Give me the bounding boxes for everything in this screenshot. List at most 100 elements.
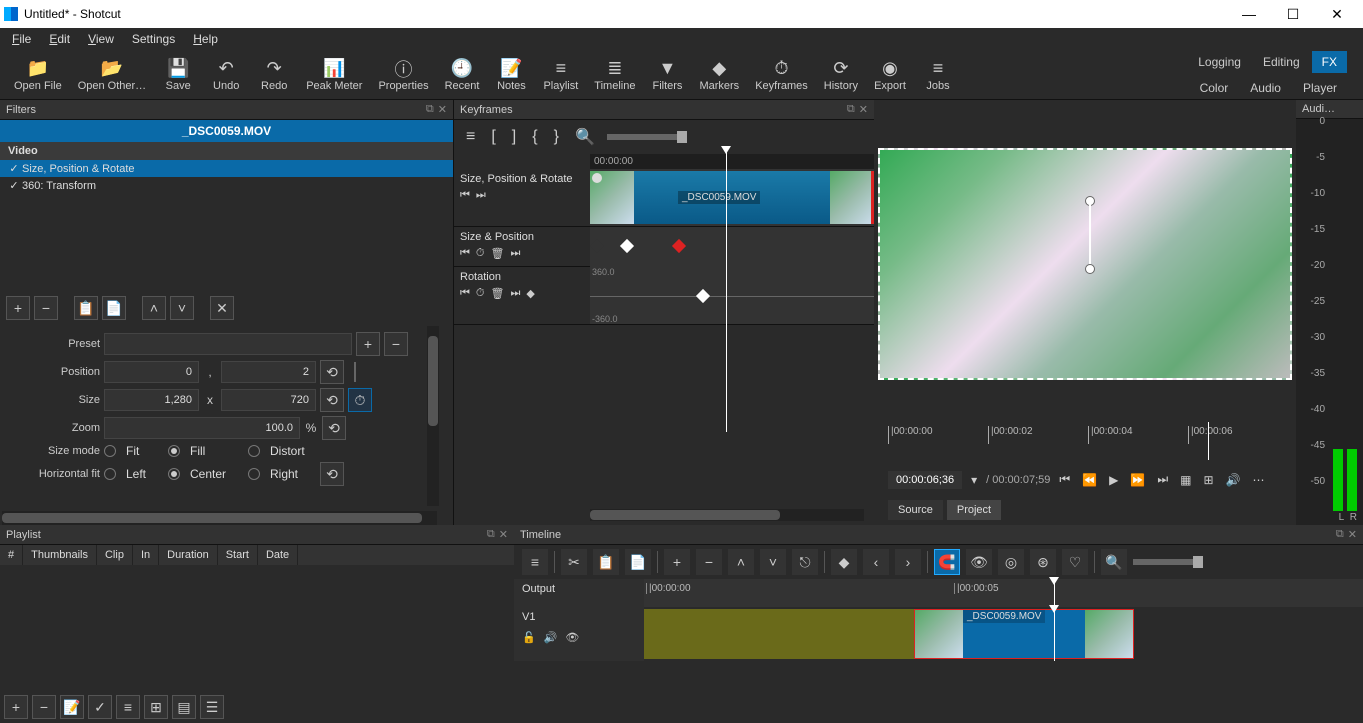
- preview-playhead[interactable]: [1208, 422, 1209, 460]
- move-down-button[interactable]: ˅: [170, 296, 194, 320]
- playlist-col-duration[interactable]: Duration: [159, 545, 218, 565]
- tl-ripplemarkers-button[interactable]: ♡: [1062, 549, 1088, 575]
- track-hide-icon[interactable]: 👁: [565, 631, 579, 644]
- preset-add-button[interactable]: +: [356, 332, 380, 356]
- zoom-out-icon[interactable]: 🔍: [571, 125, 599, 149]
- tl-playhead-track[interactable]: [1054, 607, 1055, 661]
- kf-close-icon[interactable]: ✕: [859, 103, 868, 116]
- tl-menu-button[interactable]: ≡: [522, 549, 548, 575]
- toolbar-playlist[interactable]: ≡Playlist: [535, 54, 586, 96]
- rewind-button[interactable]: ⏪: [1079, 471, 1100, 489]
- mode-audio[interactable]: Audio: [1240, 77, 1291, 99]
- tl-clip-transition[interactable]: [644, 609, 914, 659]
- volume-button[interactable]: 🔊: [1223, 471, 1244, 489]
- tl-prevmarker-button[interactable]: ‹: [863, 549, 889, 575]
- size-h-field[interactable]: 720: [221, 389, 316, 411]
- tl-ripple-button[interactable]: ◎: [998, 549, 1024, 575]
- remove-filter-button[interactable]: −: [34, 296, 58, 320]
- preview-handle-center[interactable]: [1085, 264, 1095, 274]
- kf-p1-prev[interactable]: ⏮: [460, 247, 470, 260]
- kf-handle-in-icon[interactable]: [592, 173, 602, 183]
- pl-check-button[interactable]: ✓: [88, 695, 112, 719]
- playlist-col-#[interactable]: #: [0, 545, 23, 565]
- tl-output-label[interactable]: Output: [514, 579, 644, 607]
- skip-end-button[interactable]: ⏭: [1154, 470, 1171, 489]
- project-tab[interactable]: Project: [947, 500, 1001, 520]
- form-scrollbar[interactable]: [427, 326, 439, 506]
- toolbar-peak-meter[interactable]: 📊Peak Meter: [298, 54, 370, 96]
- playlist-col-in[interactable]: In: [133, 545, 159, 565]
- size-reset-button[interactable]: ⟲: [320, 388, 344, 412]
- kf-prev-button[interactable]: ⏮: [460, 189, 470, 202]
- preview-canvas[interactable]: [878, 148, 1292, 380]
- toolbar-markers[interactable]: ◆Markers: [691, 54, 747, 96]
- right-radio[interactable]: [248, 468, 260, 480]
- pl-grid-button[interactable]: ⊞: [144, 695, 168, 719]
- toolbar-export[interactable]: ◉Export: [866, 54, 914, 96]
- toolbar-undo[interactable]: ↶Undo: [202, 54, 250, 96]
- undock-icon[interactable]: ⧉: [426, 103, 434, 116]
- tl-scrub-button[interactable]: 👁: [966, 549, 992, 575]
- kf-rot-diamond[interactable]: [696, 289, 710, 303]
- filter-category[interactable]: Video: [0, 142, 453, 160]
- kf-p2-prev[interactable]: ⏮: [460, 287, 470, 300]
- filters-hscrollbar[interactable]: [2, 511, 437, 525]
- tl-clip-main[interactable]: _DSC0059.MOV: [914, 609, 1134, 659]
- distort-radio[interactable]: [248, 445, 260, 457]
- kf-diamond-2[interactable]: [620, 239, 634, 253]
- position-x-field[interactable]: 0: [104, 361, 199, 383]
- kf-p1-next[interactable]: ⏭: [510, 247, 520, 260]
- menu-help[interactable]: Help: [185, 30, 226, 48]
- zoom-field[interactable]: 100.0: [104, 417, 300, 439]
- hfit-reset-button[interactable]: ⟲: [320, 462, 344, 486]
- timecode-step-icon[interactable]: ▾: [968, 471, 980, 489]
- size-keyframe-button[interactable]: ⏱: [348, 388, 372, 412]
- kf-p2-add[interactable]: ◆: [526, 287, 534, 300]
- left-radio[interactable]: [104, 468, 116, 480]
- toolbar-properties[interactable]: ⓘProperties: [370, 54, 436, 96]
- toolbar-open-file[interactable]: 📁Open File: [6, 54, 70, 96]
- kf-p1-timer[interactable]: ⏱: [476, 247, 485, 260]
- bracket-in-icon[interactable]: [: [487, 126, 499, 148]
- kf-p2-nextkey[interactable]: ⏭: [510, 287, 520, 300]
- tl-remove-button[interactable]: −: [696, 549, 722, 575]
- tl-snap-button[interactable]: 🧲: [934, 549, 960, 575]
- track-lock-icon[interactable]: 🔓: [522, 631, 536, 644]
- kf-diamond-1[interactable]: [590, 239, 604, 253]
- menu-edit[interactable]: Edit: [41, 30, 78, 48]
- kf-p2-delete[interactable]: 🗑: [491, 287, 505, 300]
- copy-filter-button[interactable]: 📋: [74, 296, 98, 320]
- toolbar-history[interactable]: ⟳History: [816, 54, 866, 96]
- kf-hscrollbar[interactable]: [590, 509, 864, 521]
- menu-file[interactable]: File: [4, 30, 39, 48]
- brace-in-icon[interactable]: {: [528, 126, 541, 148]
- pl-details-button[interactable]: ▤: [172, 695, 196, 719]
- kf-clip[interactable]: _DSC0059.MOV: [590, 171, 874, 224]
- tl-cut-button[interactable]: ✂: [561, 549, 587, 575]
- kf-p1-track[interactable]: [590, 227, 874, 267]
- forward-button[interactable]: ⏩: [1127, 471, 1148, 489]
- mode-color[interactable]: Color: [1190, 77, 1239, 99]
- menu-settings[interactable]: Settings: [124, 30, 183, 48]
- tl-zoom-slider[interactable]: [1133, 559, 1203, 565]
- kf-p1-delete[interactable]: 🗑: [491, 247, 505, 260]
- more-button[interactable]: ⋯: [1250, 471, 1268, 489]
- size-w-field[interactable]: 1,280: [104, 389, 199, 411]
- bracket-out-icon[interactable]: ]: [508, 126, 520, 148]
- tl-playhead[interactable]: [1054, 579, 1055, 607]
- toolbar-save[interactable]: 💾Save: [154, 54, 202, 96]
- kf-p2-track[interactable]: 360.0 -360.0: [590, 267, 874, 324]
- skip-start-button[interactable]: ⏮: [1056, 470, 1073, 489]
- fit-radio[interactable]: [104, 445, 116, 457]
- zoom-button[interactable]: ▦: [1177, 471, 1194, 489]
- kf-p2-timer[interactable]: ⏱: [476, 287, 485, 300]
- menu-view[interactable]: View: [80, 30, 122, 48]
- playlist-col-clip[interactable]: Clip: [97, 545, 133, 565]
- minimize-button[interactable]: —: [1227, 0, 1271, 28]
- current-timecode[interactable]: 00:00:06;36: [888, 471, 962, 489]
- tl-close-icon[interactable]: ✕: [1348, 528, 1357, 541]
- center-radio[interactable]: [168, 468, 180, 480]
- kf-next-button[interactable]: ⏭: [476, 189, 486, 202]
- kf-menu-button[interactable]: ≡: [462, 126, 479, 148]
- preset-remove-button[interactable]: −: [384, 332, 408, 356]
